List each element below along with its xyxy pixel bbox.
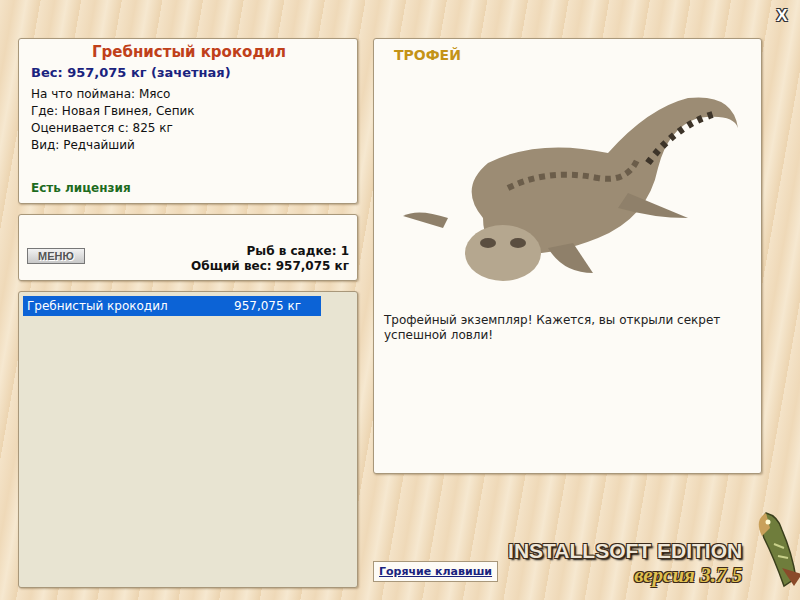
crocodile-photo-icon — [388, 68, 748, 288]
close-button[interactable]: X — [772, 6, 792, 26]
edition-text: INSTALLSOFT EDITION — [508, 539, 742, 563]
fish-photo — [384, 63, 751, 293]
trophy-badge: ТРОФЕЙ — [384, 47, 751, 63]
keepnet-card: МЕНЮ Рыб в садке: 1Общий вес: 957,075 кг — [18, 214, 358, 281]
trophy-panel: ТРОФЕЙ Трофейный экземпляр! Кажется, вы о… — [373, 38, 762, 474]
hotkeys-button[interactable]: Горячие клавиши — [373, 561, 498, 582]
detail-line: Вид: Редчайший — [31, 137, 347, 154]
menu-button[interactable]: МЕНЮ — [27, 248, 85, 264]
total-weight: Общий вес: 957,075 кг — [191, 259, 349, 274]
license-status: Есть лицензия — [31, 181, 347, 195]
fish-count: Рыб в садке: 1 — [191, 244, 349, 259]
fish-list-row[interactable]: Гребнистый крокодил957,075 кг — [23, 296, 321, 316]
trophy-message: Трофейный экземпляр! Кажется, вы открыли… — [384, 313, 751, 343]
detail-line: Оценивается с: 825 кг — [31, 120, 347, 137]
version-text: версия 3.7.5 — [508, 563, 742, 588]
fish-list: Гребнистый крокодил957,075 кг — [18, 291, 358, 588]
pike-icon — [744, 508, 800, 588]
fish-title: Гребнистый крокодил — [31, 43, 347, 61]
catch-window: X Гребнистый крокодил Вес: 957,075 кг (зач… — [0, 0, 800, 600]
fish-weight: Вес: 957,075 кг (зачетная) — [31, 65, 347, 80]
edition-logo: INSTALLSOFT EDITIONверсия 3.7.5 — [508, 508, 800, 588]
catch-info-card: Гребнистый крокодил Вес: 957,075 кг (заче… — [18, 38, 358, 204]
detail-line: Где: Новая Гвинея, Сепик — [31, 103, 347, 120]
detail-line: На что поймана: Мясо — [31, 86, 347, 103]
title-bar: X — [18, 6, 792, 38]
